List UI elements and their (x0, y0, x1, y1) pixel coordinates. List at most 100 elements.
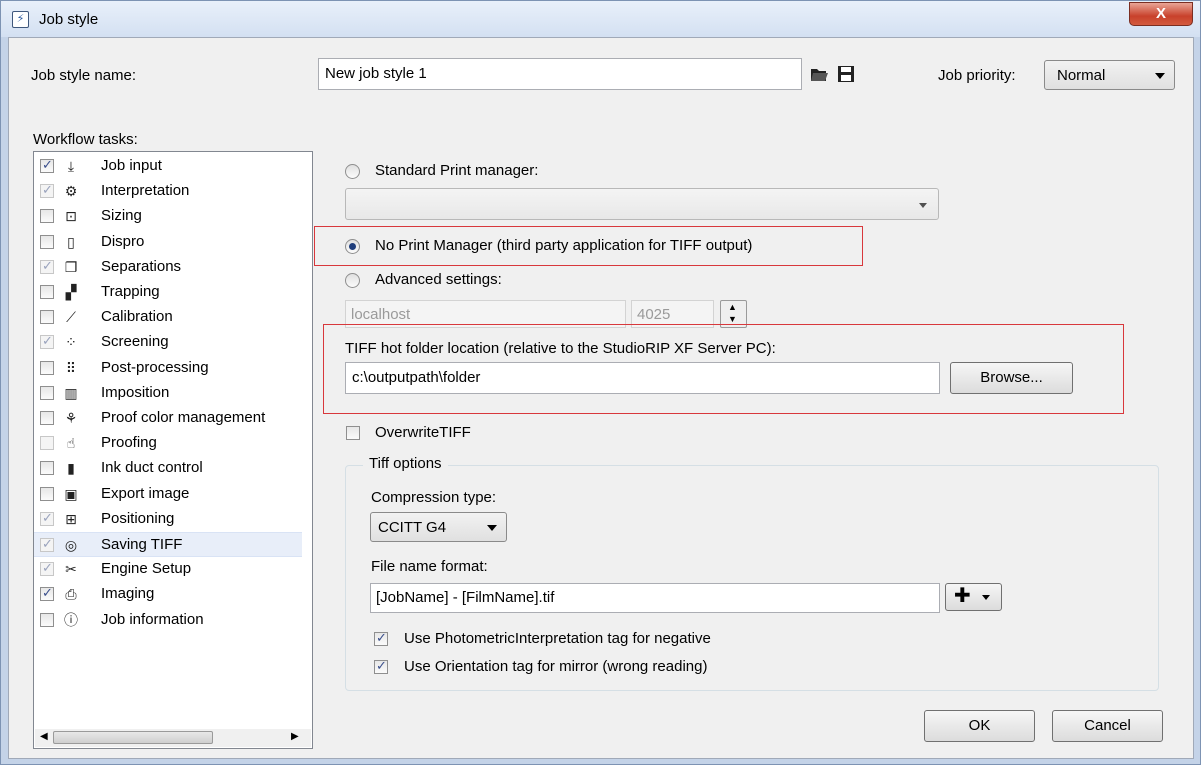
workflow-task-list[interactable]: ⓘ Job information ⎙ Imaging ✂ Engine Setup ◎ Sa… (33, 151, 313, 749)
sizing-icon: ⊡ (65, 208, 77, 225)
task-checkbox[interactable] (40, 612, 54, 627)
tiff-options-title: Tiff options (363, 455, 448, 472)
overwrite-tiff-checkbox[interactable] (346, 426, 360, 440)
task-checkbox[interactable] (40, 258, 54, 274)
task-row[interactable]: ⊡ Sizing (34, 204, 302, 229)
task-checkbox[interactable] (40, 461, 54, 476)
task-checkbox[interactable] (40, 333, 54, 350)
task-label: Job input (101, 157, 162, 174)
task-checkbox[interactable] (40, 385, 54, 400)
task-label: Post-processing (101, 358, 209, 376)
job-style-name-input[interactable]: New job style 1 (318, 58, 802, 90)
printer-icon: ⎙ (65, 586, 77, 603)
task-label: Engine Setup (101, 560, 192, 578)
task-row[interactable]: ⠿ Post-processing (34, 356, 302, 381)
curve-icon: ⟋ (66, 309, 76, 326)
task-checkbox[interactable] (40, 360, 54, 375)
task-label: Positioning (101, 509, 175, 527)
task-checkbox[interactable] (40, 436, 54, 451)
advanced-settings-label: Advanced settings: (375, 271, 502, 288)
task-row[interactable]: ⤓ Job input (34, 154, 302, 179)
task-row[interactable]: ▣ Export image (34, 482, 302, 507)
photometric-label: Use PhotometricInterpretation tag for ne… (404, 630, 711, 647)
task-row[interactable]: ⟋ Calibration (34, 305, 302, 330)
insert-token-button[interactable]: ✚ (945, 583, 1002, 611)
task-checkbox[interactable] (40, 310, 54, 325)
page-icon: ▯ (67, 233, 75, 250)
task-checkbox[interactable] (40, 234, 54, 249)
standard-print-manager-label: Standard Print manager: (375, 162, 539, 179)
stepper-down-icon[interactable]: ▼ (728, 314, 737, 324)
positioning-icon: ⊞ (65, 510, 77, 527)
orientation-checkbox[interactable] (374, 658, 388, 674)
task-checkbox[interactable] (40, 536, 54, 552)
task-checkbox[interactable] (40, 411, 54, 425)
task-row[interactable]: ⁘ Screening (34, 330, 302, 355)
task-label: Trapping (101, 283, 160, 300)
task-label: Export image (101, 484, 190, 502)
task-checkbox[interactable] (40, 510, 54, 526)
task-label: Imaging (101, 585, 155, 603)
close-button[interactable]: X (1129, 2, 1193, 26)
task-row[interactable]: ▞ Trapping (34, 280, 302, 305)
window-title: Job style (39, 11, 99, 28)
task-row[interactable]: ▥ Imposition (34, 381, 302, 406)
chevron-down-icon (487, 525, 497, 531)
task-label: Screening (101, 333, 169, 351)
file-name-format-input[interactable]: [JobName] - [FilmName].tif (370, 583, 940, 613)
horizontal-scrollbar[interactable]: ◀ ▶ (35, 729, 311, 747)
stepper-up-icon[interactable]: ▲ (728, 302, 737, 312)
book-icon: ▥ (64, 384, 78, 401)
photometric-checkbox[interactable] (374, 630, 388, 646)
task-row[interactable]: ⊞ Positioning (34, 507, 302, 532)
task-checkbox[interactable] (40, 486, 54, 501)
bars-icon: ▮ (67, 460, 75, 477)
task-row[interactable]: ⎙ Imaging (34, 582, 302, 607)
task-checkbox[interactable] (40, 560, 54, 577)
workflow-tasks-label: Workflow tasks: (33, 131, 138, 148)
cancel-button[interactable]: Cancel (1052, 710, 1163, 742)
task-row[interactable]: ⚘ Proof color management (34, 406, 302, 431)
task-row[interactable]: ◎ Saving TIFF (34, 532, 302, 557)
download-icon: ⤓ (67, 158, 75, 174)
task-label: Ink duct control (101, 459, 203, 477)
task-checkbox[interactable] (40, 585, 54, 602)
task-checkbox[interactable] (40, 157, 54, 173)
task-row[interactable]: ⚙ Interpretation (34, 179, 302, 204)
task-label: Proof color management (101, 409, 266, 426)
task-checkbox[interactable] (40, 182, 54, 199)
task-checkbox[interactable] (40, 285, 54, 299)
task-row[interactable]: ✂ Engine Setup (34, 557, 302, 582)
open-folder-icon[interactable] (809, 64, 829, 84)
scroll-thumb[interactable] (53, 731, 213, 744)
advanced-settings-radio[interactable] (345, 273, 360, 288)
standard-print-manager-radio[interactable] (345, 164, 360, 179)
info-icon: ⓘ (64, 611, 78, 628)
task-row[interactable]: ☝ Proofing (34, 431, 302, 456)
plus-icon: ✚ (954, 585, 971, 607)
no-print-manager-radio[interactable] (345, 239, 360, 254)
overwrite-tiff-label: OverwriteTIFF (375, 424, 471, 441)
scroll-right-icon[interactable]: ▶ (291, 731, 299, 742)
job-priority-label: Job priority: (938, 67, 1016, 84)
job-priority-select[interactable]: Normal (1044, 60, 1175, 90)
task-row[interactable]: ❐ Separations (34, 255, 302, 280)
scroll-left-icon[interactable]: ◀ (40, 731, 48, 742)
gears-icon: ⚙ (64, 183, 78, 200)
task-row[interactable]: ▯ Dispro (34, 230, 302, 255)
job-style-name-label: Job style name: (31, 67, 137, 84)
hand-icon: ☝ (66, 435, 76, 452)
task-row[interactable]: ⓘ Job information (34, 608, 302, 633)
save-icon[interactable] (837, 65, 855, 83)
print-manager-select[interactable] (345, 188, 939, 220)
tiff-folder-input[interactable]: c:\outputpath\folder (345, 362, 940, 394)
compression-type-value: CCITT G4 (378, 519, 447, 536)
tiff-folder-label: TIFF hot folder location (relative to th… (345, 340, 776, 357)
compression-type-select[interactable]: CCITT G4 (370, 512, 507, 542)
task-label: Imposition (101, 383, 170, 401)
task-checkbox[interactable] (40, 209, 54, 224)
task-row[interactable]: ▮ Ink duct control (34, 456, 302, 481)
ok-button[interactable]: OK (924, 710, 1035, 742)
browse-button[interactable]: Browse... (950, 362, 1073, 394)
task-label: Separations (101, 257, 182, 275)
